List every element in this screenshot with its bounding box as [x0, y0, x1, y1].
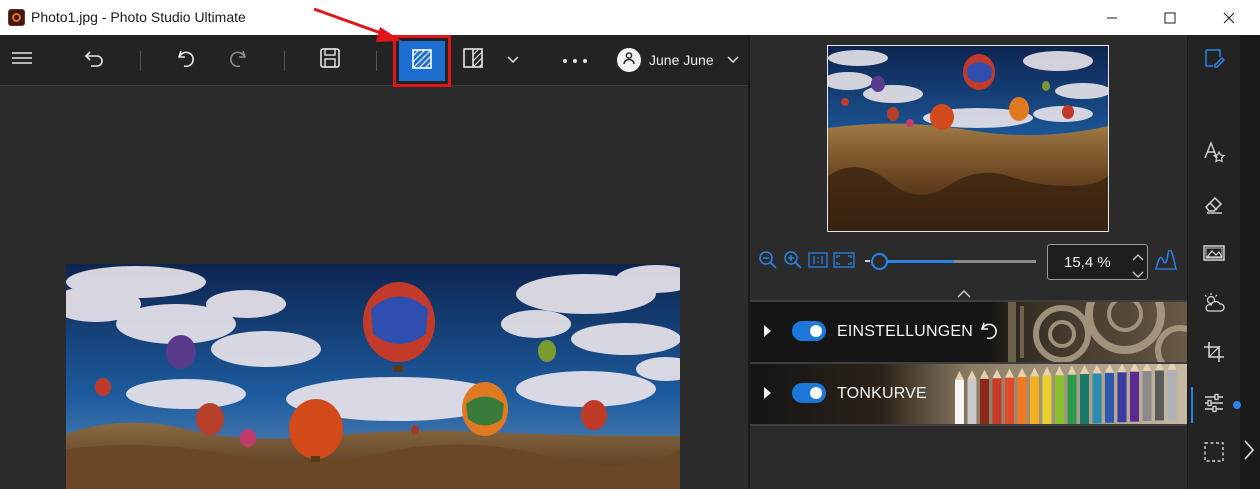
tools-sidebar	[1187, 35, 1260, 489]
section-separator	[750, 424, 1187, 426]
before-after-compare-icon	[411, 48, 433, 75]
sidebar-item-crop[interactable]	[1201, 341, 1227, 367]
sidebar-item-weather-effects[interactable]	[1201, 292, 1227, 318]
text-effects-icon	[1202, 140, 1226, 169]
minimize-icon	[1106, 12, 1118, 24]
app-logo-icon	[8, 9, 25, 26]
main-photo[interactable]	[66, 264, 680, 489]
sidebar-item-edit[interactable]	[1201, 47, 1227, 73]
fit-to-screen-button[interactable]	[833, 251, 855, 273]
fit-to-screen-icon	[833, 251, 855, 273]
zoom-decrease-button[interactable]	[1132, 266, 1144, 284]
section-tonkurve-label: TONKURVE	[837, 385, 927, 402]
toolbar-separator	[376, 51, 377, 71]
close-button[interactable]	[1200, 0, 1258, 35]
close-icon	[1223, 12, 1235, 24]
expand-sidebar-button[interactable]	[1243, 439, 1255, 466]
window-title: Photo1.jpg - Photo Studio Ultimate	[31, 9, 246, 25]
compare-view-button[interactable]	[393, 35, 451, 87]
redo-button[interactable]	[222, 35, 254, 85]
section-einstellungen[interactable]: EINSTELLUNGEN	[750, 302, 1187, 362]
section-tonkurve[interactable]: TONKURVE	[750, 364, 1187, 424]
split-view-button[interactable]	[458, 35, 488, 85]
chevron-down-icon	[507, 51, 519, 69]
redo-icon	[227, 47, 249, 74]
view-mode-dropdown[interactable]	[502, 35, 524, 85]
section-tonkurve-expander[interactable]	[764, 387, 771, 399]
maximize-button[interactable]	[1141, 0, 1199, 35]
crop-icon	[1203, 341, 1225, 368]
hamburger-menu-icon	[11, 50, 33, 71]
save-button[interactable]	[314, 35, 346, 85]
save-icon	[319, 47, 341, 74]
sidebar-active-indicator	[1191, 387, 1193, 423]
eraser-icon	[1203, 193, 1225, 220]
sidebar-item-selection[interactable]	[1201, 441, 1227, 467]
reset-button[interactable]	[978, 319, 1000, 346]
undo-icon	[175, 47, 197, 74]
zoom-out-button[interactable]	[758, 250, 778, 275]
zoom-out-icon	[758, 250, 778, 275]
zoom-controls: 15,4 %	[750, 242, 1187, 282]
compare-view-button-fill	[399, 41, 445, 81]
zoom-slider[interactable]	[871, 253, 1036, 270]
section-einstellungen-expander[interactable]	[764, 325, 771, 337]
sidebar-item-frames[interactable]	[1201, 242, 1227, 268]
split-view-icon	[462, 47, 484, 74]
back-button[interactable]	[78, 35, 110, 85]
more-options-button[interactable]	[558, 35, 592, 85]
right-panel: 15,4 % EINSTELLUNGEN TONKURVE	[750, 35, 1187, 489]
selection-icon	[1203, 441, 1225, 468]
user-name[interactable]: June June	[649, 52, 714, 68]
user-avatar[interactable]	[617, 48, 641, 72]
sidebar-item-text-effects[interactable]	[1201, 140, 1227, 169]
section-einstellungen-label: EINSTELLUNGEN	[837, 323, 973, 340]
sidebar-strip	[1240, 35, 1260, 489]
reset-icon	[978, 322, 1000, 345]
maximize-icon	[1164, 12, 1176, 24]
zoom-increase-button[interactable]	[1132, 248, 1144, 266]
main-toolbar: June June	[0, 35, 749, 87]
actual-size-button[interactable]	[808, 251, 828, 273]
adjustments-icon	[1203, 392, 1225, 419]
navigator-preview[interactable]	[827, 45, 1109, 232]
user-icon	[622, 51, 636, 70]
menu-button[interactable]	[4, 35, 40, 85]
zoom-slider-thumb[interactable]	[871, 253, 888, 270]
more-options-icon	[562, 51, 588, 69]
image-canvas[interactable]	[0, 87, 749, 489]
title-bar: Photo1.jpg - Photo Studio Ultimate	[0, 0, 1260, 35]
toolbar-separator	[284, 51, 285, 71]
chevron-down-icon	[1132, 266, 1144, 283]
undo-button[interactable]	[170, 35, 202, 85]
zoom-value: 15,4 %	[1064, 254, 1111, 271]
sidebar-item-eraser[interactable]	[1201, 193, 1227, 219]
weather-effects-icon	[1202, 292, 1226, 319]
zoom-in-icon	[783, 250, 803, 275]
chevron-up-icon	[1132, 248, 1144, 265]
section-tonkurve-toggle[interactable]	[792, 383, 826, 403]
chevron-right-icon	[1243, 440, 1255, 465]
section-einstellungen-toggle[interactable]	[792, 321, 826, 341]
app-window: Photo1.jpg - Photo Studio Ultimate June …	[0, 0, 1260, 489]
zoom-input[interactable]: 15,4 %	[1047, 244, 1148, 280]
zoom-in-button[interactable]	[783, 250, 803, 275]
sidebar-active-dot	[1233, 401, 1241, 409]
chevron-down-icon	[727, 51, 739, 69]
back-arrow-icon	[83, 47, 105, 74]
toolbar-separator	[140, 51, 141, 71]
actual-size-icon	[808, 251, 828, 273]
frames-icon	[1202, 243, 1226, 268]
minimize-button[interactable]	[1083, 0, 1141, 35]
edit-icon	[1203, 47, 1226, 74]
user-menu-dropdown[interactable]	[722, 35, 744, 85]
sidebar-item-adjustments[interactable]	[1201, 392, 1227, 418]
histogram-button[interactable]	[1154, 248, 1178, 275]
histogram-icon	[1154, 248, 1178, 275]
zoom-slider-min-marker	[865, 260, 870, 262]
